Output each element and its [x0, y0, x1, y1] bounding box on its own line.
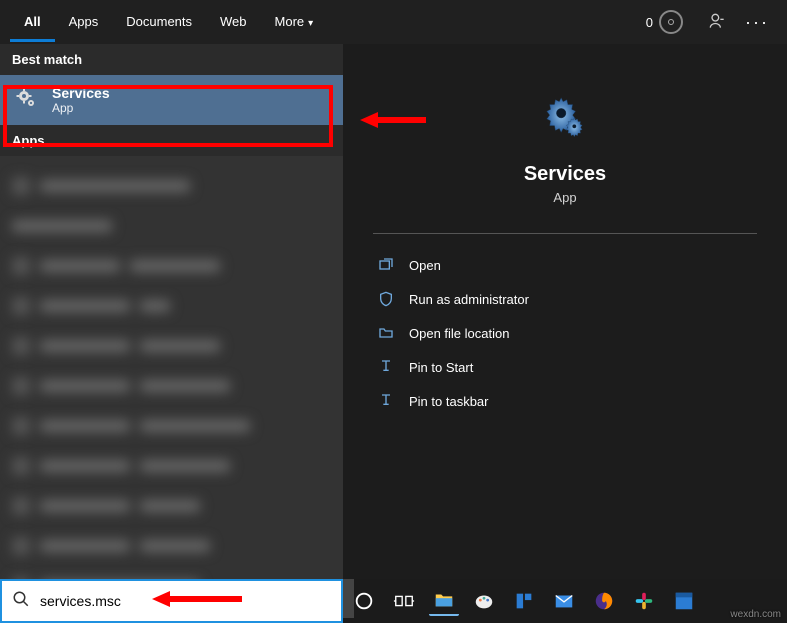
task-view-icon[interactable]: [389, 586, 419, 616]
preview-gear-icon: [542, 94, 588, 145]
services-gear-icon: [14, 86, 38, 115]
office-icon[interactable]: [509, 586, 539, 616]
result-title: Services: [52, 85, 110, 101]
slack-icon[interactable]: [629, 586, 659, 616]
folder-icon: [377, 325, 395, 341]
search-input[interactable]: [40, 593, 331, 609]
preview-panel: Services App Open Run as administrator O…: [343, 44, 787, 579]
feedback-icon[interactable]: [707, 11, 727, 34]
tab-all[interactable]: All: [10, 2, 55, 42]
rewards-count: 0: [646, 15, 653, 30]
search-box[interactable]: [0, 579, 343, 623]
tab-apps[interactable]: Apps: [55, 2, 113, 42]
pin-icon: [377, 359, 395, 375]
rewards-button[interactable]: 0: [646, 10, 683, 34]
mail-icon[interactable]: [549, 586, 579, 616]
tab-documents[interactable]: Documents: [112, 2, 206, 42]
preview-title: Services: [524, 163, 606, 186]
pin-icon: [377, 393, 395, 409]
file-explorer-icon[interactable]: [429, 586, 459, 616]
shield-icon: [377, 291, 395, 307]
action-pin-start[interactable]: Pin to Start: [373, 350, 757, 384]
best-match-header: Best match: [0, 44, 343, 75]
search-icon: [12, 590, 30, 613]
action-pin-taskbar[interactable]: Pin to taskbar: [373, 384, 757, 418]
action-open-location[interactable]: Open file location: [373, 316, 757, 350]
app-icon[interactable]: [669, 586, 699, 616]
results-panel: Best match Services App Apps: [0, 44, 343, 579]
tab-web[interactable]: Web: [206, 2, 261, 42]
result-subtitle: App: [52, 101, 110, 115]
divider: [373, 233, 757, 234]
open-icon: [377, 257, 395, 273]
options-icon[interactable]: ···: [745, 12, 769, 33]
action-run-admin[interactable]: Run as administrator: [373, 282, 757, 316]
paint-icon[interactable]: [469, 586, 499, 616]
best-match-result[interactable]: Services App: [0, 75, 343, 125]
medal-icon: [659, 10, 683, 34]
apps-header: Apps: [0, 125, 343, 156]
tab-more[interactable]: More▾: [261, 2, 328, 42]
watermark: wexdn.com: [730, 609, 781, 620]
taskbar: [343, 579, 787, 623]
search-filter-tabs: All Apps Documents Web More▾ 0 ···: [0, 0, 787, 44]
preview-subtitle: App: [553, 190, 576, 205]
apps-list: [0, 156, 343, 579]
action-open[interactable]: Open: [373, 248, 757, 282]
chevron-down-icon: ▾: [308, 18, 313, 29]
firefox-icon[interactable]: [589, 586, 619, 616]
